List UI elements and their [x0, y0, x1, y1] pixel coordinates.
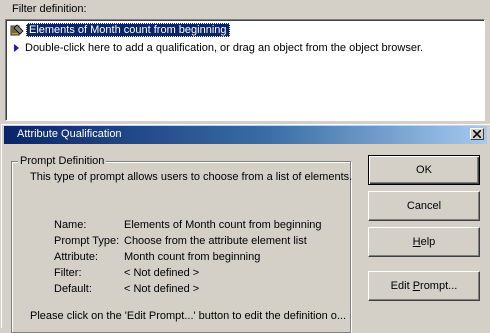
default-label: Default:: [54, 283, 92, 295]
add-qualification-hint[interactable]: Double-click here to add a qualification…: [10, 41, 423, 55]
help-button[interactable]: Help: [368, 227, 480, 257]
edit-prompt-button[interactable]: Edit Prompt...: [368, 271, 480, 301]
cancel-button[interactable]: Cancel: [368, 191, 480, 221]
name-label: Name:: [54, 219, 87, 231]
name-value: Elements of Month count from beginning: [124, 219, 322, 231]
filter-label: Filter:: [54, 267, 82, 279]
dialog-titlebar[interactable]: Attribute Qualification: [4, 126, 487, 144]
help-mnemonic: H: [412, 236, 421, 248]
help-label-rest: elp: [420, 236, 436, 248]
edit-label-prefix: Edit: [390, 280, 413, 292]
prompt-description: This type of prompt allows users to choo…: [30, 171, 353, 183]
default-value: < Not defined >: [124, 283, 200, 295]
filter-definition-label: Filter definition:: [12, 3, 87, 15]
dialog-title: Attribute Qualification: [17, 128, 122, 140]
prompt-definition-group: [11, 161, 351, 333]
attribute-qualification-dialog: Attribute Qualification Prompt Definitio…: [0, 123, 490, 333]
filter-qualification-item[interactable]: Elements of Month count from beginning: [10, 23, 230, 37]
add-qualification-hint-text: Double-click here to add a qualification…: [25, 42, 424, 54]
prompt-type-value: Choose from the attribute element list: [124, 235, 307, 247]
help-button-label: Help: [413, 236, 436, 248]
edit-mnemonic: P: [412, 280, 421, 292]
filter-qualification-text: Elements of Month count from beginning: [26, 23, 230, 37]
attribute-label: Attribute:: [54, 251, 99, 263]
filter-definition-box[interactable]: Elements of Month count from beginning D…: [5, 19, 485, 121]
filter-value: < Not defined >: [124, 267, 200, 279]
prompt-definition-title: Prompt Definition: [18, 154, 107, 168]
ok-button[interactable]: OK: [368, 155, 480, 185]
prompt-qualification-icon: [10, 23, 24, 35]
edit-prompt-button-label: Edit Prompt...: [391, 280, 458, 292]
ok-button-label: OK: [416, 164, 432, 176]
edit-label-rest: rompt...: [420, 280, 458, 292]
bullet-arrow-icon: [14, 44, 19, 52]
close-icon: [473, 130, 481, 138]
edit-instruction-text: Please click on the 'Edit Prompt...' but…: [30, 310, 347, 322]
cancel-button-label: Cancel: [406, 200, 442, 212]
close-button[interactable]: [470, 128, 484, 140]
prompt-type-label: Prompt Type:: [54, 235, 120, 247]
attribute-value: Month count from beginning: [124, 251, 261, 263]
